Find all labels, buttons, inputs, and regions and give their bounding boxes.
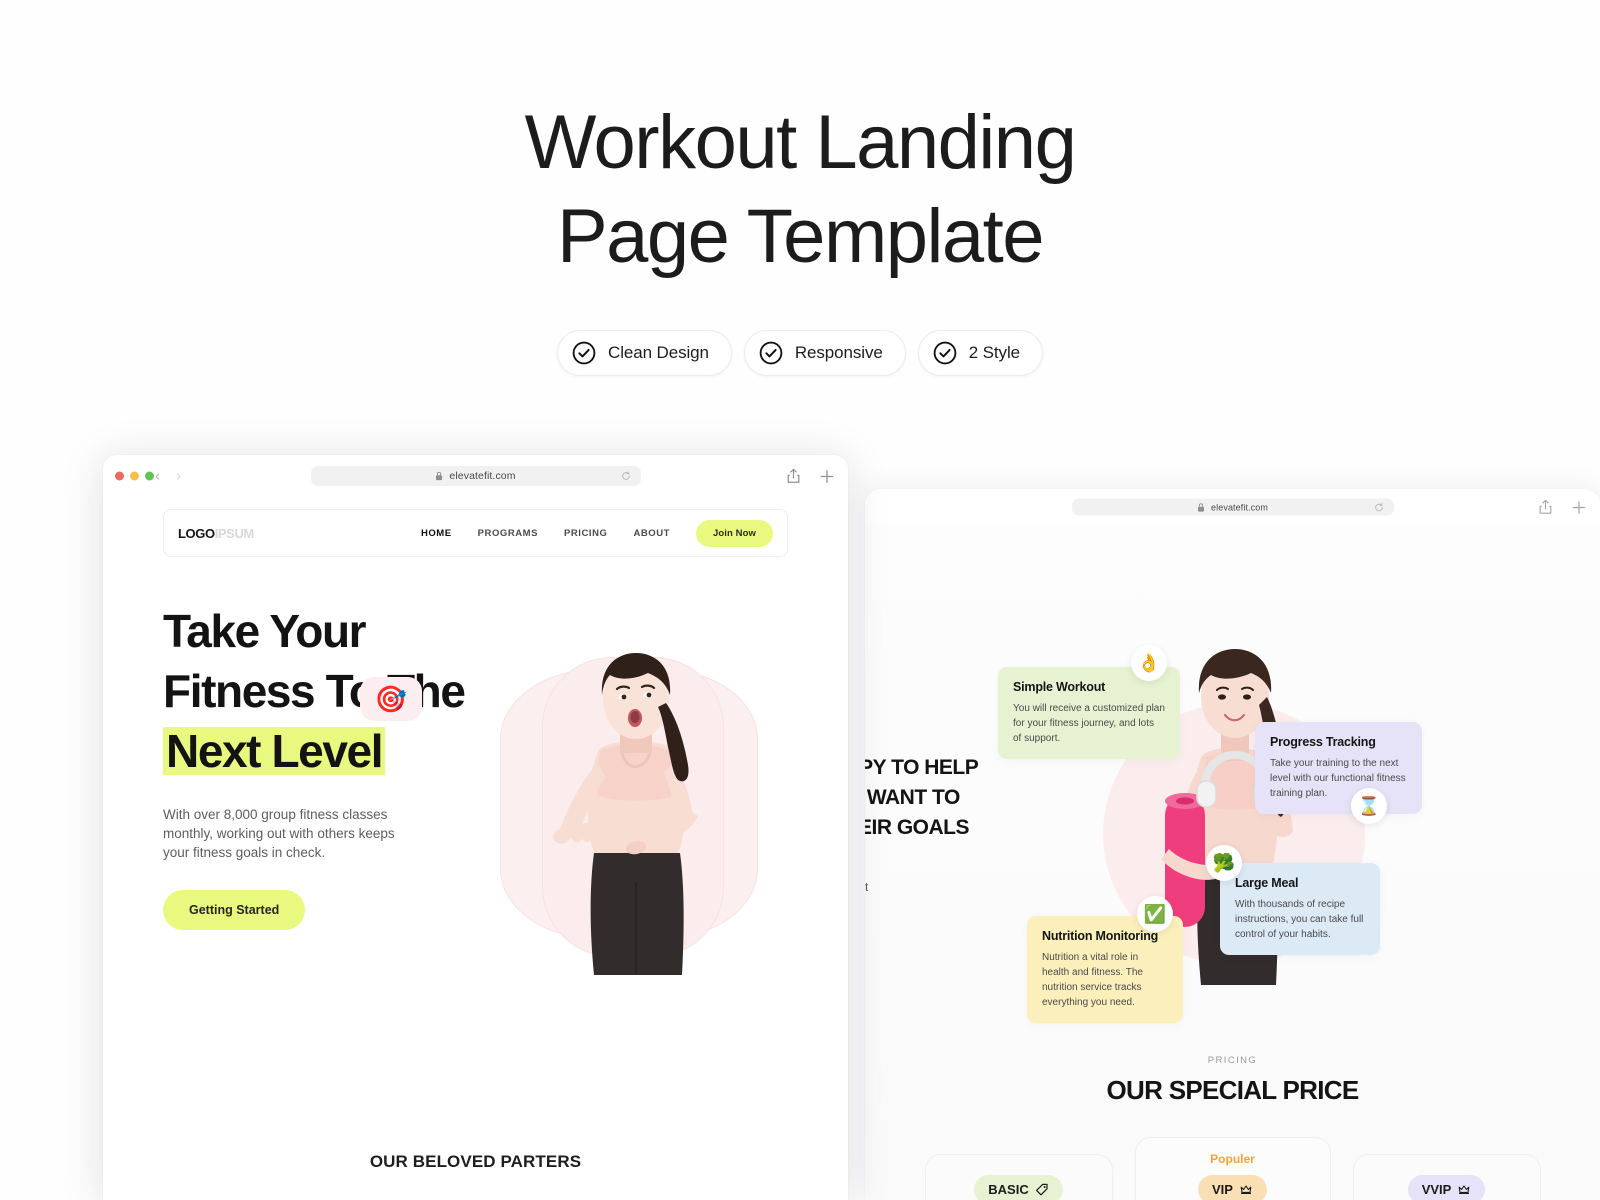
right-mockup-page: APPY TO HELP HO WANT TO THEIR GOALS reme…	[865, 525, 1600, 1200]
pricing-card-row: BASIC Populer VIP VVIP	[865, 1137, 1600, 1200]
check-mark-emoji: ✅	[1137, 896, 1173, 932]
reload-icon[interactable]	[1374, 502, 1384, 512]
reload-icon[interactable]	[621, 471, 631, 481]
share-icon[interactable]	[1539, 499, 1552, 515]
badge-2-style[interactable]: 2 Style	[917, 330, 1043, 376]
chrome-actions-right	[1539, 499, 1586, 515]
plus-icon[interactable]	[1572, 500, 1586, 514]
feature-card-nutrition-monitoring: Nutrition Monitoring Nutrition a vital r…	[1027, 916, 1183, 1023]
pricing-section-header: PRICING OUR SPECIAL PRICE	[865, 1055, 1600, 1106]
pricing-kicker: PRICING	[1207, 1055, 1258, 1066]
window-traffic-lights	[115, 471, 154, 481]
plan-name: VVIP	[1421, 1182, 1452, 1197]
feature-card-simple-workout: Simple Workout You will receive a custom…	[998, 667, 1180, 759]
pricing-card-vvip[interactable]: VVIP	[1352, 1154, 1541, 1200]
nav-link-about[interactable]: ABOUT	[633, 528, 670, 539]
address-bar-left[interactable]: elevatefit.com	[310, 466, 641, 486]
hero-line-1: Take Your	[163, 605, 367, 657]
minimize-window-dot[interactable]	[130, 471, 139, 481]
badge-responsive[interactable]: Responsive	[743, 330, 906, 376]
page-root: Workout Landing Page Template Clean Desi…	[0, 0, 1600, 1200]
join-now-button[interactable]: Join Now	[695, 519, 773, 547]
nav-link-programs[interactable]: PROGRAMS	[478, 528, 538, 539]
dart-target-emoji: 🎯	[360, 677, 422, 721]
card-body: Nutrition a vital role in health and fit…	[1042, 952, 1143, 1008]
plan-badge-vip: VIP	[1198, 1175, 1267, 1200]
page-title-line1: Workout Landing	[524, 100, 1077, 185]
card-body: Take your training to the next level wit…	[1270, 758, 1406, 799]
browser-mockup-left: ‹ › elevatefit.com LOGO IPSUM HOME PROGR…	[103, 455, 848, 1200]
badge-label: Clean Design	[608, 343, 709, 362]
browser-nav-arrows: ‹ ›	[155, 469, 181, 484]
badge-label: 2 Style	[968, 343, 1020, 362]
logo-text-bold: LOGO	[178, 525, 215, 541]
tag-icon	[1035, 1183, 1048, 1195]
nav-link-pricing[interactable]: PRICING	[564, 528, 607, 539]
page-title-line2: Page Template	[556, 194, 1045, 279]
address-bar-right[interactable]: elevatefit.com	[1071, 498, 1394, 516]
check-circle-icon	[572, 341, 596, 365]
maximize-window-dot[interactable]	[145, 471, 154, 481]
chrome-actions-left	[787, 468, 834, 484]
plan-badge-vvip: VVIP	[1407, 1175, 1486, 1200]
card-body: You will receive a customized plan for y…	[1013, 703, 1165, 744]
share-icon[interactable]	[787, 468, 800, 484]
card-body: With thousands of recipe instructions, y…	[1235, 899, 1364, 940]
card-title: Progress Tracking	[1270, 735, 1376, 749]
chevron-right-icon[interactable]: ›	[176, 469, 181, 484]
site-logo[interactable]: LOGO IPSUM	[178, 526, 254, 541]
feature-badge-group: Clean Design Responsive 2 Style	[0, 330, 1600, 376]
browser-chrome-right: elevatefit.com	[865, 489, 1600, 525]
chevron-left-icon[interactable]: ‹	[155, 469, 160, 484]
lock-icon	[1197, 502, 1205, 512]
popular-label: Populer	[1210, 1152, 1255, 1166]
check-circle-icon	[933, 341, 957, 365]
crown-icon	[1240, 1184, 1252, 1194]
getting-started-button[interactable]: Getting Started	[163, 890, 306, 930]
close-window-dot[interactable]	[115, 471, 124, 481]
pricing-card-basic[interactable]: BASIC	[924, 1154, 1113, 1200]
plus-icon[interactable]	[820, 469, 834, 483]
browser-chrome-left: ‹ › elevatefit.com	[103, 455, 848, 497]
partners-title: OUR BELOVED PARTERS	[369, 1152, 582, 1171]
lock-icon	[436, 471, 443, 481]
site-nav-links: HOME PROGRAMS PRICING ABOUT Join Now	[421, 519, 773, 547]
hourglass-emoji: ⌛	[1351, 788, 1387, 824]
hero-line-3-highlighted: Next Level	[163, 721, 386, 781]
check-circle-icon	[759, 341, 783, 365]
feature-card-progress-tracking: Progress Tracking Take your training to …	[1255, 722, 1422, 814]
pricing-title: OUR SPECIAL PRICE	[1106, 1075, 1360, 1105]
plan-name: VIP	[1212, 1182, 1233, 1197]
feature-card-large-meal: Large Meal With thousands of recipe inst…	[1220, 863, 1380, 955]
browser-mockup-right: elevatefit.com APPY TO HELP	[865, 489, 1600, 1200]
hero-section: Take Your Fitness To The Next Level 🎯 Wi…	[103, 557, 848, 1171]
crown-icon	[1458, 1184, 1470, 1194]
hero-heading: Take Your Fitness To The Next Level	[163, 601, 513, 781]
partners-section: OUR BELOVED PARTERS BuzzFeed	[103, 1152, 848, 1200]
plan-badge-basic: BASIC	[974, 1175, 1063, 1200]
url-text: elevatefit.com	[449, 470, 516, 482]
pricing-card-vip[interactable]: Populer VIP	[1134, 1137, 1331, 1200]
badge-clean-design[interactable]: Clean Design	[557, 330, 732, 376]
broccoli-emoji: 🥦	[1206, 845, 1242, 881]
page-title: Workout Landing Page Template	[0, 96, 1600, 284]
plan-name: BASIC	[988, 1182, 1029, 1197]
hero-paragraph: With over 8,000 group fitness classes mo…	[163, 807, 395, 860]
hero-artwork	[494, 645, 794, 975]
ok-hand-emoji: 👌	[1131, 645, 1167, 681]
card-title: Large Meal	[1235, 876, 1299, 890]
logo-text-light: IPSUM	[214, 525, 255, 541]
nav-link-home[interactable]: HOME	[421, 528, 452, 539]
badge-label: Responsive	[794, 343, 883, 362]
url-text: elevatefit.com	[1211, 502, 1268, 512]
card-title: Simple Workout	[1013, 680, 1106, 694]
site-navbar: LOGO IPSUM HOME PROGRAMS PRICING ABOUT Jo…	[163, 509, 788, 557]
woman-pointing-photo	[553, 653, 698, 975]
